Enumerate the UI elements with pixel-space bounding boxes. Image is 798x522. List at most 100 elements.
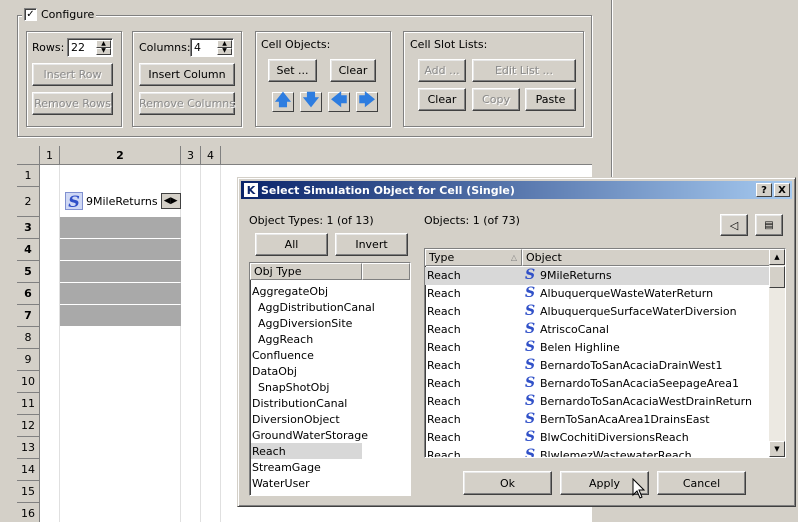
row-header-2[interactable]: 2 — [17, 187, 40, 217]
selected-cell[interactable] — [60, 239, 181, 260]
copy-button[interactable]: Copy — [472, 88, 520, 111]
reach-icon: S — [524, 411, 536, 427]
object-row-selected[interactable]: Reach S 9MileReturns — [425, 267, 769, 285]
object-row[interactable]: Reach S AlbuquerqueWasteWaterReturn — [425, 285, 785, 303]
invert-button[interactable]: Invert — [335, 233, 408, 256]
columns-value[interactable]: 4 — [194, 41, 201, 54]
move-right-button[interactable]: 🡆 — [356, 90, 378, 112]
insert-row-button[interactable]: Insert Row — [32, 63, 113, 86]
obj-type-item[interactable]: DiversionObject — [252, 411, 340, 427]
object-row[interactable]: Reach S BernardoToSanAcaciaDrainWest1 — [425, 357, 785, 375]
row-header-1[interactable]: 1 — [17, 165, 40, 187]
object-type: Reach — [427, 449, 461, 458]
rows-spinner[interactable]: 22 ▲ ▼ — [67, 38, 113, 57]
obj-type-item[interactable]: SnapShotObj — [258, 379, 329, 395]
scroll-thumb[interactable] — [769, 266, 785, 288]
row-header-14[interactable]: 14 — [17, 459, 40, 481]
clear-cell-objects-button[interactable]: Clear — [330, 59, 376, 82]
row-header-8[interactable]: 8 — [17, 327, 40, 349]
col-header-2[interactable]: 2 — [60, 146, 181, 165]
row-header-7[interactable]: 7 — [17, 305, 40, 327]
move-down-button[interactable]: 🡇 — [300, 90, 322, 112]
row-header-9[interactable]: 9 — [17, 349, 40, 371]
object-row[interactable]: Reach S BlwJemezWastewaterReach — [425, 447, 785, 458]
all-button[interactable]: All — [255, 233, 328, 256]
row-header-5[interactable]: 5 — [17, 261, 40, 283]
rows-down-arrow-icon[interactable]: ▼ — [96, 47, 111, 55]
objects-scrollbar[interactable]: ▲ ▼ — [769, 249, 785, 457]
cell-object-9mile[interactable]: S 9MileReturns ◀▶ — [65, 192, 181, 211]
row-header-16[interactable]: 16 — [17, 503, 40, 522]
row-header-11[interactable]: 11 — [17, 393, 40, 415]
columns-down-arrow-icon[interactable]: ▼ — [217, 47, 232, 55]
object-row[interactable]: Reach S Belen Highline — [425, 339, 785, 357]
obj-type-list[interactable]: Obj Type AggregateObj AggDistributionCan… — [249, 262, 411, 496]
obj-type-item[interactable]: GroundWaterStorage — [252, 427, 368, 443]
remove-rows-button[interactable]: Remove Rows — [32, 92, 113, 115]
obj-type-item[interactable]: AggDistributionCanal — [258, 299, 375, 315]
row-header-10[interactable]: 10 — [17, 371, 40, 393]
obj-type-item[interactable]: AggReach — [258, 331, 313, 347]
resize-arrows-icon[interactable]: ◀▶ — [160, 193, 181, 209]
object-name: BernardoToSanAcaciaDrainWest1 — [540, 358, 723, 372]
grid-col-line — [200, 165, 201, 522]
objects-label: Objects: 1 (of 73) — [424, 214, 520, 227]
obj-type-item[interactable]: StreamGage — [252, 459, 321, 475]
object-row[interactable]: Reach S BernardoToSanAcaciaWestDrainReturn — [425, 393, 785, 411]
obj-type-item[interactable]: WaterUser — [252, 475, 310, 491]
collapse-button[interactable]: ◁ — [720, 214, 748, 236]
paste-button[interactable]: Paste — [525, 88, 576, 111]
selected-cell[interactable] — [60, 217, 181, 238]
configure-checkbox[interactable]: ✓ — [24, 8, 37, 21]
move-left-button[interactable]: 🡄 — [328, 90, 350, 112]
object-column-header[interactable]: Object — [522, 249, 770, 266]
obj-type-item[interactable]: Confluence — [252, 347, 314, 363]
col-header-4[interactable]: 4 — [201, 146, 221, 165]
col-header-1[interactable]: 1 — [40, 146, 60, 165]
obj-type-item[interactable]: DataObj — [252, 363, 297, 379]
row-header-13[interactable]: 13 — [17, 437, 40, 459]
ok-button[interactable]: Ok — [463, 471, 552, 495]
selected-cell[interactable] — [60, 305, 181, 326]
object-type: Reach — [427, 341, 461, 354]
col-header-3[interactable]: 3 — [181, 146, 201, 165]
obj-type-item-selected[interactable]: Reach — [251, 443, 362, 459]
object-row[interactable]: Reach S BernToSanAcaArea1DrainsEast — [425, 411, 785, 429]
columns-spinner[interactable]: 4 ▲ ▼ — [190, 38, 234, 57]
clear-slot-lists-button[interactable]: Clear — [418, 88, 466, 111]
obj-type-item[interactable]: AggDiversionSite — [258, 315, 352, 331]
cancel-button[interactable]: Cancel — [657, 471, 746, 495]
object-row[interactable]: Reach S AtriscoCanal — [425, 321, 785, 339]
row-header-4[interactable]: 4 — [17, 239, 40, 261]
set-button[interactable]: Set ... — [268, 59, 317, 82]
close-button[interactable]: X — [774, 183, 790, 197]
insert-column-button[interactable]: Insert Column — [139, 63, 235, 86]
scroll-up-arrow-icon[interactable]: ▲ — [769, 249, 785, 265]
selected-cell[interactable] — [60, 283, 181, 304]
objects-list[interactable]: Type △ Object Reach S 9MileReturns Reach S Al… — [424, 248, 786, 458]
configure-header[interactable]: ✓ Configure — [22, 8, 97, 21]
obj-type-item[interactable]: AggregateObj — [252, 283, 328, 299]
row-header-15[interactable]: 15 — [17, 481, 40, 503]
cell-object-label: 9MileReturns — [86, 194, 158, 208]
obj-type-item[interactable]: DistributionCanal — [252, 395, 347, 411]
type-column-header[interactable]: Type △ — [425, 249, 522, 266]
dialog-titlebar[interactable]: K Select Simulation Object for Cell (Sin… — [241, 181, 792, 199]
row-header-3[interactable]: 3 — [17, 217, 40, 239]
menu-icon: ▤ — [764, 219, 774, 231]
row-header-12[interactable]: 12 — [17, 415, 40, 437]
edit-list-button[interactable]: Edit List ... — [472, 59, 576, 82]
object-row[interactable]: Reach S BernardoToSanAcaciaSeepageArea1 — [425, 375, 785, 393]
remove-columns-button[interactable]: Remove Columns — [139, 92, 235, 115]
selected-cell[interactable] — [60, 261, 181, 282]
scroll-down-arrow-icon[interactable]: ▼ — [769, 441, 785, 457]
help-button[interactable]: ? — [756, 183, 772, 197]
row-header-6[interactable]: 6 — [17, 283, 40, 305]
move-up-button[interactable]: 🡅 — [272, 90, 294, 112]
obj-type-header[interactable]: Obj Type — [250, 263, 362, 280]
object-row[interactable]: Reach S BlwCochitiDiversionsReach — [425, 429, 785, 447]
add-button[interactable]: Add ... — [418, 59, 466, 82]
rows-value[interactable]: 22 — [71, 41, 85, 54]
options-button[interactable]: ▤ — [755, 214, 783, 236]
object-row[interactable]: Reach S AlbuquerqueSurfaceWaterDiversion — [425, 303, 785, 321]
